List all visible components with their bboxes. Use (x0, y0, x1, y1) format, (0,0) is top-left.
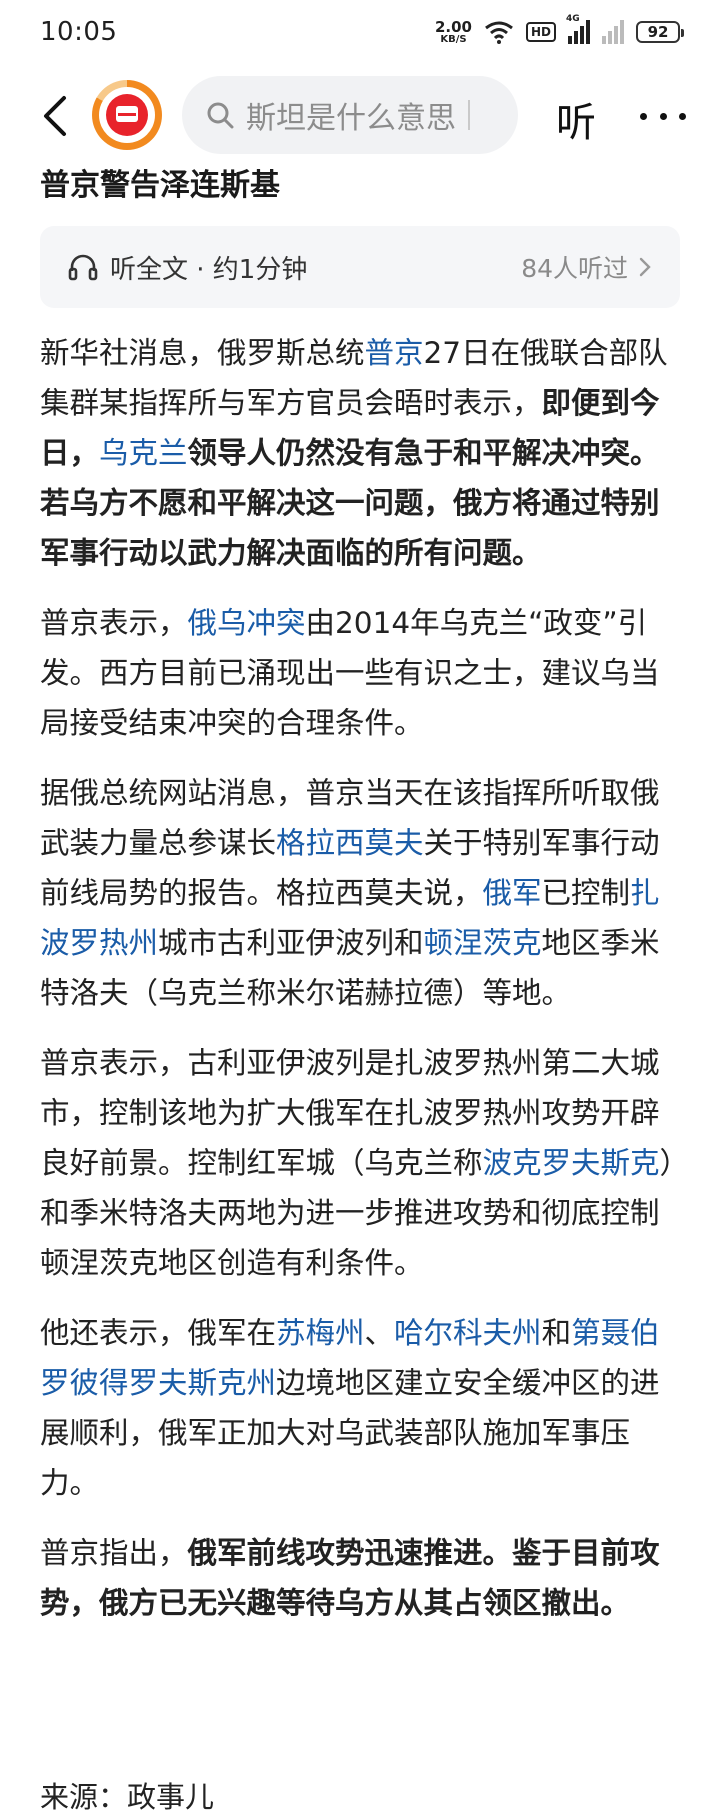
entity-link-putin[interactable]: 普京 (365, 336, 424, 370)
entity-link-russian-army[interactable]: 俄军 (483, 876, 542, 910)
signal-strength-icon: 4G (566, 14, 590, 44)
article-source: 来源：政事儿 (40, 1780, 215, 1814)
article-paragraph: 普京表示，俄乌冲突由2014年乌克兰“政变”引发。西方目前已涌现出一些有识之士，… (40, 606, 660, 740)
article-paragraph: 据俄总统网站消息，普京当天在该指挥所听取俄武装力量总参谋长格拉西莫夫关于特别军事… (40, 776, 660, 1010)
entity-link-ukraine[interactable]: 乌克兰 (99, 436, 188, 470)
more-dot-icon (679, 112, 686, 120)
battery-icon: 92 (636, 21, 684, 43)
entity-link-sumy[interactable]: 苏梅州 (276, 1316, 365, 1350)
logo-icon (106, 94, 148, 136)
listen-button[interactable]: 听 (556, 90, 596, 148)
app-logo[interactable] (92, 80, 162, 150)
article-paragraph: 普京表示，古利亚伊波列是扎波罗热州第二大城市，控制该地为扩大俄军在扎波罗热州攻势… (40, 1046, 675, 1280)
network-speed-value: 2.00 (434, 17, 472, 36)
entity-link-pokrovsk[interactable]: 波克罗夫斯克 (483, 1146, 660, 1180)
back-arrow-icon (44, 96, 66, 136)
entity-link-russia-ukraine-conflict[interactable]: 俄乌冲突 (188, 606, 306, 640)
network-type: 4G (566, 14, 580, 24)
top-bar: 斯坦是什么意思 听 (0, 76, 720, 156)
hd-voice-icon: HD (525, 22, 556, 42)
signal-strength-secondary-icon (602, 20, 624, 44)
status-time: 10:05 (40, 17, 118, 47)
wifi-icon (485, 21, 513, 44)
chevron-right-icon (639, 257, 651, 277)
network-speed: 2.00 KB/S (434, 17, 472, 45)
network-speed-unit: KB/S (440, 33, 467, 45)
entity-link-donetsk[interactable]: 顿涅茨克 (424, 926, 542, 960)
more-dot-icon (659, 112, 667, 120)
listen-count: 84人听过 (521, 254, 628, 283)
search-caret (468, 100, 470, 130)
entity-link-kharkiv[interactable]: 哈尔科夫州 (394, 1316, 542, 1350)
search-icon (207, 102, 234, 129)
more-options-button[interactable] (640, 98, 686, 134)
article-paragraph: 新华社消息，俄罗斯总统普京27日在俄联合部队集群某指挥所与军方官员会晤时表示，即… (40, 336, 668, 570)
battery-level: 92 (647, 23, 669, 41)
headphones-icon (68, 254, 98, 281)
article-paragraph: 他还表示，俄军在苏梅州、哈尔科夫州和第聂伯罗彼得罗夫斯克州边境地区建立安全缓冲区… (40, 1316, 660, 1500)
article-body: 新华社消息，俄罗斯总统普京27日在俄联合部队集群某指挥所与军方官员会晤时表示，即… (40, 328, 680, 1648)
search-bar[interactable]: 斯坦是什么意思 (182, 76, 518, 154)
back-button[interactable] (30, 90, 78, 142)
more-dot-icon (640, 112, 647, 120)
listen-full-text-card[interactable]: 听全文 · 约1分钟 84人听过 (40, 226, 680, 308)
search-query: 斯坦是什么意思 (246, 101, 456, 136)
article-paragraph: 普京指出，俄军前线攻势迅速推进。鉴于目前攻势，俄方已无兴趣等待乌方从其占领区撤出… (40, 1536, 660, 1620)
status-bar: 10:05 2.00 KB/S HD 4G 92 (0, 0, 720, 64)
status-icons: 2.00 KB/S HD 4G 92 (434, 14, 684, 45)
page-title: 普京警告泽连斯基 (40, 168, 280, 203)
listen-duration-label: 听全文 · 约1分钟 (110, 254, 308, 285)
entity-link-gerasimov[interactable]: 格拉西莫夫 (276, 826, 424, 860)
